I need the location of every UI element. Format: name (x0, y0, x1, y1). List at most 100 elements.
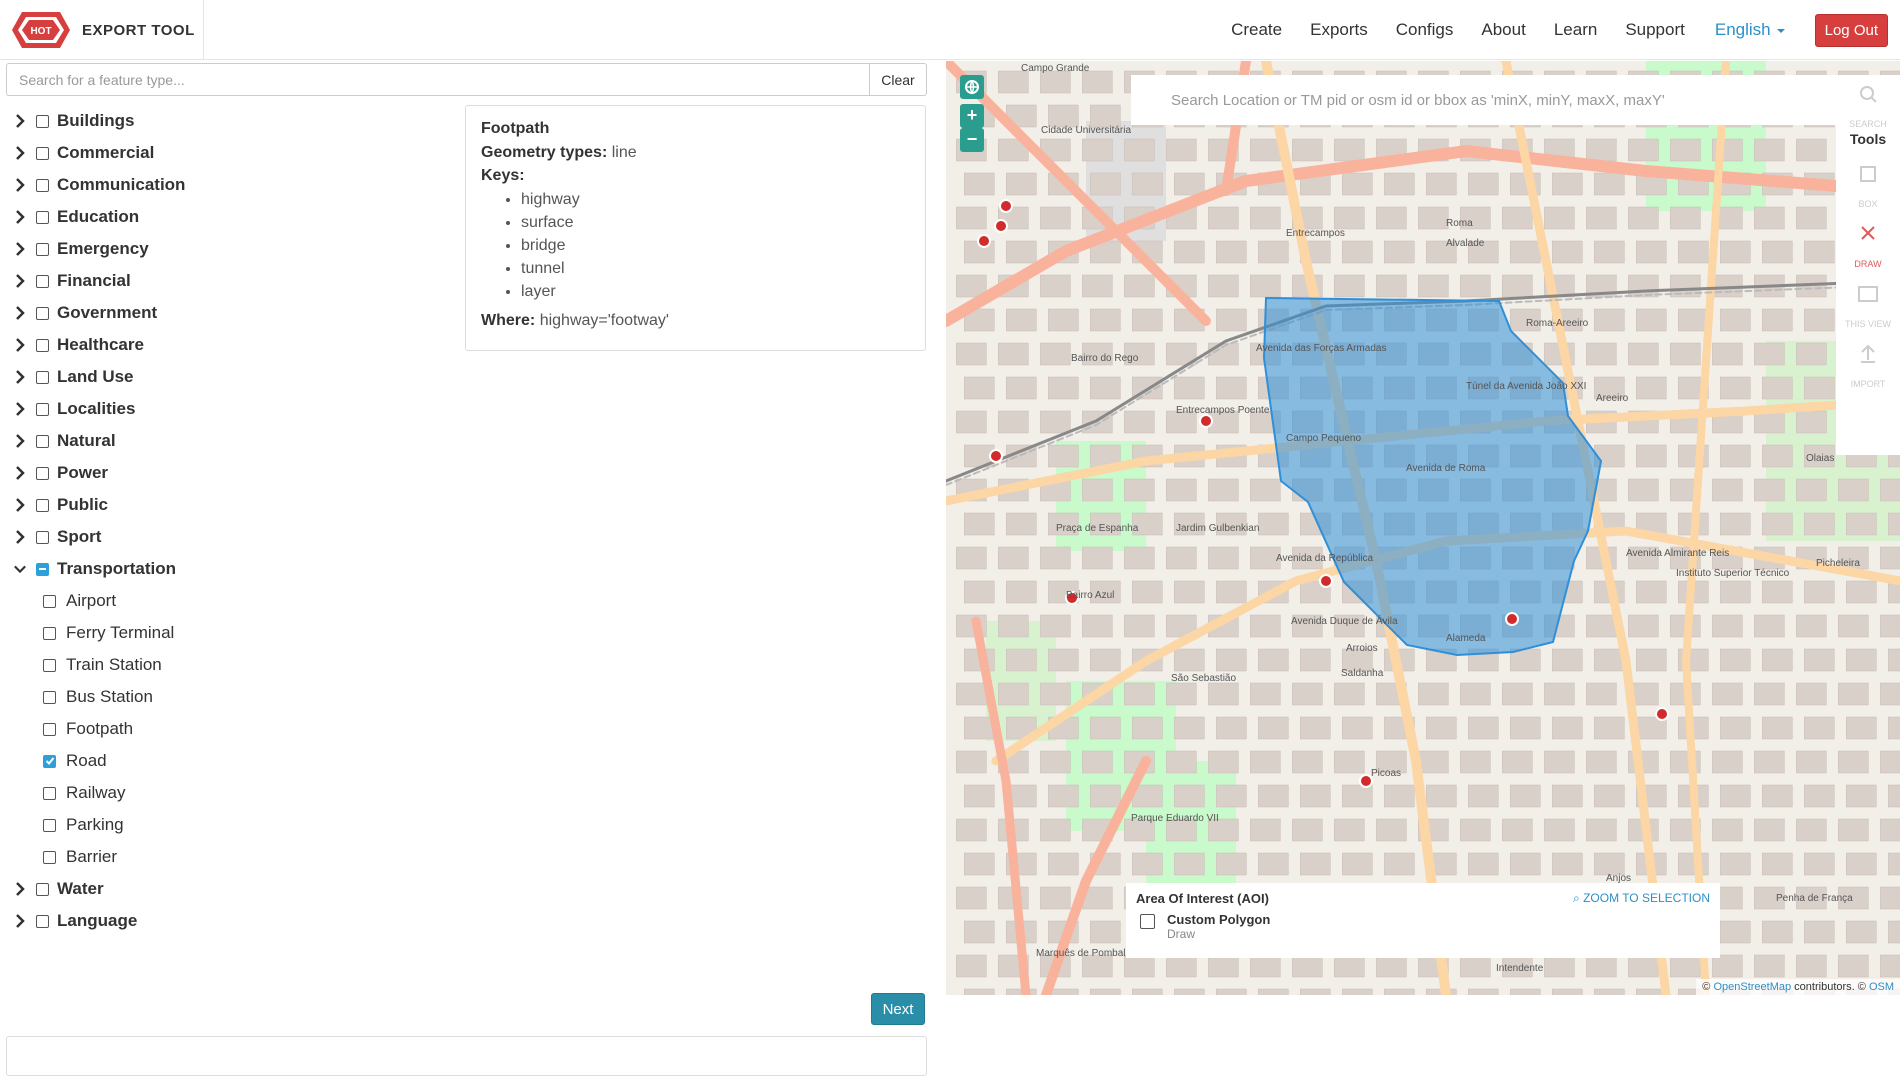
checkbox[interactable] (43, 658, 56, 672)
category-buildings[interactable]: Buildings (12, 105, 452, 137)
category-natural[interactable]: Natural (12, 425, 452, 457)
nav-learn[interactable]: Learn (1554, 20, 1597, 40)
category-checkbox[interactable] (36, 370, 49, 384)
category-checkbox[interactable] (36, 114, 49, 128)
subitem-footpath[interactable]: Footpath (12, 713, 452, 745)
map-search-input[interactable] (1131, 75, 1844, 125)
category-checkbox[interactable] (36, 402, 49, 416)
category-healthcare[interactable]: Healthcare (12, 329, 452, 361)
osm-link[interactable]: OpenStreetMap (1713, 981, 1791, 993)
subitem-airport[interactable]: Airport (12, 585, 452, 617)
language-dropdown[interactable]: English (1715, 20, 1785, 40)
category-transportation[interactable]: Transportation (12, 553, 452, 585)
nav-configs[interactable]: Configs (1396, 20, 1454, 40)
category-checkbox[interactable] (36, 882, 49, 896)
category-water[interactable]: Water (12, 873, 452, 905)
chevron-right-icon[interactable] (12, 177, 28, 193)
category-language[interactable]: Language (12, 905, 452, 937)
custom-polygon-checkbox[interactable] (1140, 914, 1155, 929)
checkbox[interactable] (43, 594, 56, 608)
chevron-right-icon[interactable] (12, 433, 28, 449)
subitem-train-station[interactable]: Train Station (12, 649, 452, 681)
category-checkbox[interactable] (36, 434, 49, 448)
category-power[interactable]: Power (12, 457, 452, 489)
zoom-in-button[interactable]: + (960, 104, 984, 128)
chevron-right-icon[interactable] (12, 241, 28, 257)
category-checkbox[interactable] (36, 562, 49, 576)
checkbox[interactable] (43, 690, 56, 704)
category-education[interactable]: Education (12, 201, 452, 233)
subitem-road[interactable]: Road (12, 745, 452, 777)
chevron-right-icon[interactable] (12, 209, 28, 225)
chevron-right-icon[interactable] (12, 145, 28, 161)
nav-exports[interactable]: Exports (1310, 20, 1368, 40)
nav-about[interactable]: About (1481, 20, 1525, 40)
logout-button[interactable]: Log Out (1814, 13, 1888, 47)
nav-create[interactable]: Create (1231, 20, 1282, 40)
search-tool[interactable]: SEARCH (1836, 75, 1900, 133)
category-checkbox[interactable] (36, 178, 49, 192)
category-checkbox[interactable] (36, 466, 49, 480)
map-view[interactable]: Campo Grande Cidade Universitária Avenida … (946, 61, 1900, 995)
nav-support[interactable]: Support (1625, 20, 1685, 40)
box-tool[interactable]: BOX (1836, 155, 1900, 213)
category-commercial[interactable]: Commercial (12, 137, 452, 169)
category-government[interactable]: Government (12, 297, 452, 329)
category-checkbox[interactable] (36, 274, 49, 288)
subitem-ferry-terminal[interactable]: Ferry Terminal (12, 617, 452, 649)
chevron-right-icon[interactable] (12, 337, 28, 353)
checkbox[interactable] (43, 626, 56, 640)
globe-icon[interactable] (960, 75, 984, 99)
checkbox[interactable] (43, 786, 56, 800)
chevron-right-icon[interactable] (12, 529, 28, 545)
chevron-right-icon[interactable] (12, 369, 28, 385)
map-canvas[interactable]: Campo Grande Cidade Universitária Avenida … (946, 61, 1900, 995)
chevron-right-icon[interactable] (12, 273, 28, 289)
category-checkbox[interactable] (36, 146, 49, 160)
subitem-railway[interactable]: Railway (12, 777, 452, 809)
category-public[interactable]: Public (12, 489, 452, 521)
next-button[interactable]: Next (871, 993, 925, 1025)
osm-link-2[interactable]: OSM (1869, 981, 1894, 993)
category-communication[interactable]: Communication (12, 169, 452, 201)
category-checkbox[interactable] (36, 306, 49, 320)
feature-search-input[interactable] (6, 63, 869, 96)
checkbox[interactable] (43, 850, 56, 864)
category-checkbox[interactable] (36, 242, 49, 256)
category-checkbox[interactable] (36, 338, 49, 352)
category-emergency[interactable]: Emergency (12, 233, 452, 265)
checkbox[interactable] (43, 818, 56, 832)
chevron-right-icon[interactable] (12, 113, 28, 129)
chevron-right-icon[interactable] (12, 497, 28, 513)
chevron-right-icon[interactable] (12, 881, 28, 897)
draw-tool[interactable]: DRAW (1836, 215, 1900, 273)
chevron-right-icon[interactable] (12, 401, 28, 417)
category-financial[interactable]: Financial (12, 265, 452, 297)
checkbox[interactable] (43, 722, 56, 736)
map-place-label: Saldanha (1341, 668, 1384, 679)
custom-polygon-option[interactable]: Custom Polygon Draw (1136, 912, 1710, 941)
clear-button[interactable]: Clear (869, 63, 927, 96)
chevron-right-icon[interactable] (12, 913, 28, 929)
category-checkbox[interactable] (36, 530, 49, 544)
subitem-parking[interactable]: Parking (12, 809, 452, 841)
map-building-block (1754, 342, 1785, 366)
import-tool[interactable]: IMPORT (1836, 335, 1900, 393)
category-sport[interactable]: Sport (12, 521, 452, 553)
zoom-to-selection-link[interactable]: ⌕ Zoom to selection (1573, 891, 1710, 906)
subitem-barrier[interactable]: Barrier (12, 841, 452, 873)
hospital-marker-icon (1319, 574, 1333, 588)
category-checkbox[interactable] (36, 914, 49, 928)
chevron-right-icon[interactable] (12, 465, 28, 481)
subitem-bus-station[interactable]: Bus Station (12, 681, 452, 713)
category-checkbox[interactable] (36, 210, 49, 224)
category-land-use[interactable]: Land Use (12, 361, 452, 393)
category-checkbox[interactable] (36, 498, 49, 512)
zoom-out-button[interactable]: − (960, 128, 984, 152)
brand[interactable]: HOT EXPORT TOOL (0, 0, 204, 60)
category-localities[interactable]: Localities (12, 393, 452, 425)
this-view-tool[interactable]: THIS VIEW (1836, 275, 1900, 333)
checked-checkbox[interactable] (43, 754, 56, 768)
chevron-down-icon[interactable] (12, 561, 28, 577)
chevron-right-icon[interactable] (12, 305, 28, 321)
